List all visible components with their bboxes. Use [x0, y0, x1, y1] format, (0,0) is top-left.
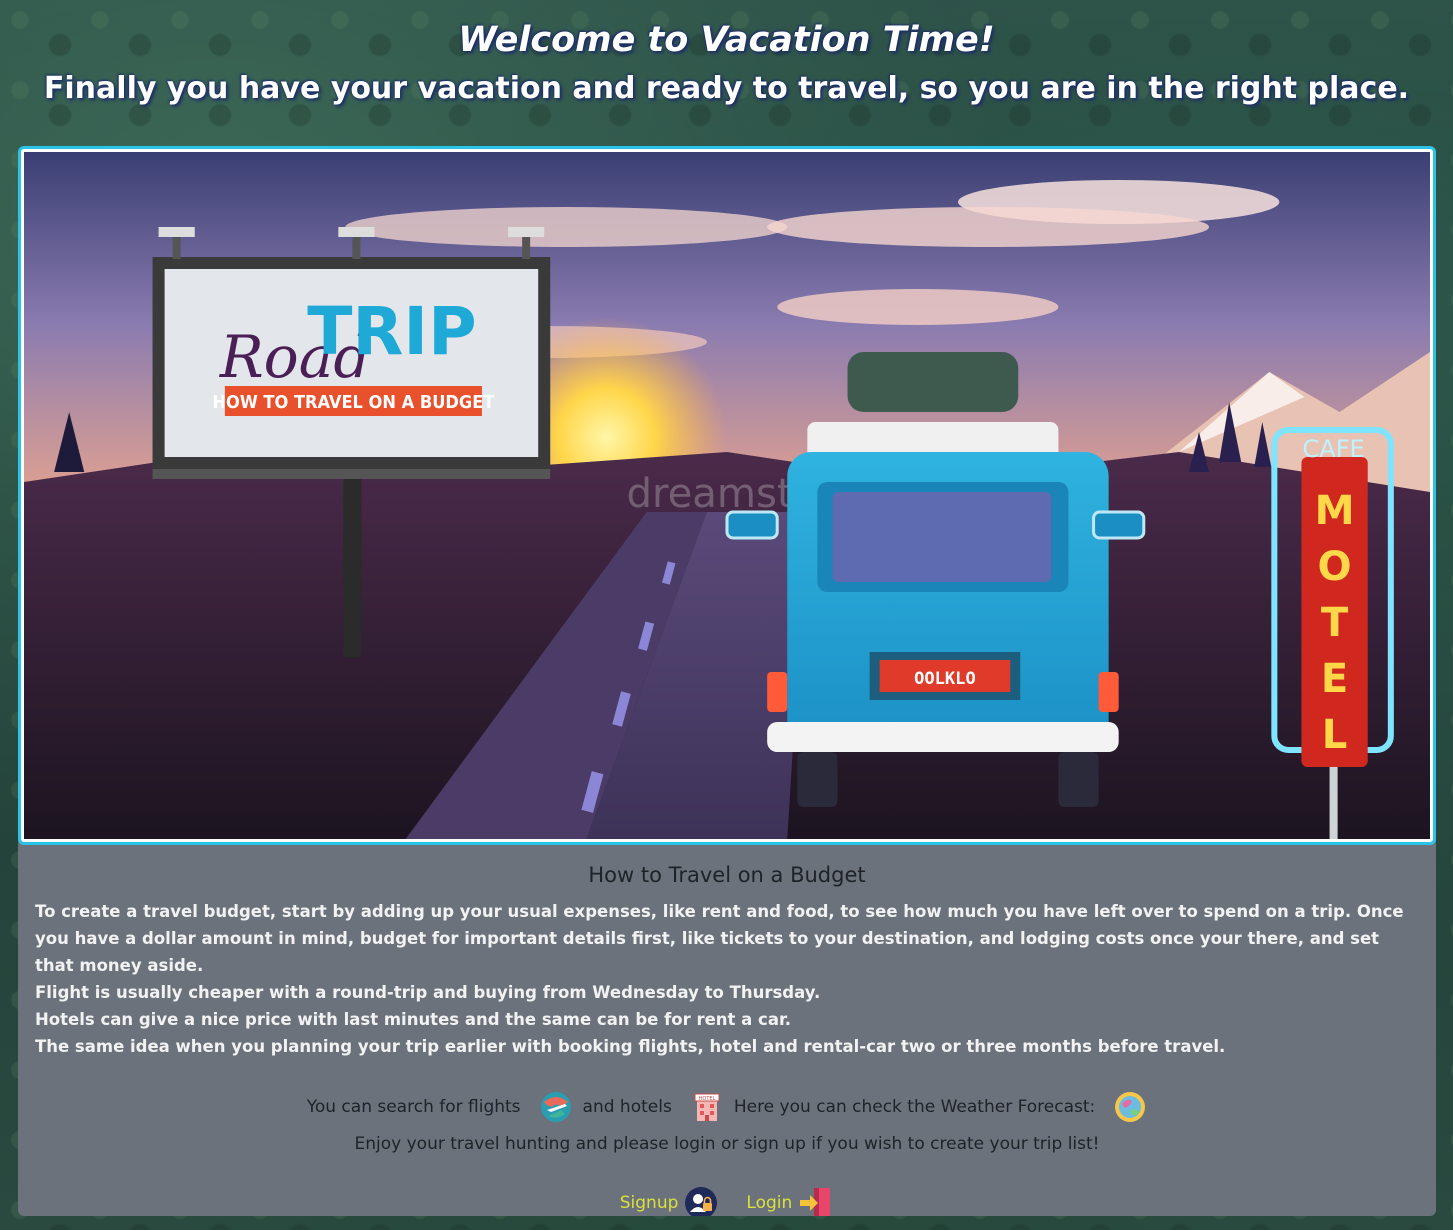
sign-cafe-text: CAFE [1302, 435, 1364, 463]
sign-motel-letter: L [1322, 712, 1348, 758]
info-paragraph: To create a travel budget, start by addi… [35, 902, 1404, 975]
sign-motel-letter: O [1318, 544, 1352, 590]
weather-label: Here you can check the Weather Forecast: [733, 1097, 1096, 1117]
main-card: Road TRIP HOW TO TRAVEL ON A BUDGET drea… [18, 146, 1436, 1216]
weather-globe-icon[interactable] [1113, 1090, 1147, 1124]
billboard-trip-text: TRIP [307, 293, 476, 370]
budget-info-section: How to Travel on a Budget To create a tr… [18, 860, 1436, 1216]
welcome-heading: Welcome to Vacation Time! [458, 20, 995, 60]
sign-motel-letter: T [1321, 600, 1349, 646]
info-paragraph: The same idea when you planning your tri… [35, 1037, 1226, 1056]
login-label: Login [746, 1193, 793, 1213]
road-trip-banner-image: Road TRIP HOW TO TRAVEL ON A BUDGET drea… [18, 146, 1436, 845]
tagline-heading: Finally you have your vacation and ready… [43, 71, 1410, 106]
login-link[interactable]: Login [746, 1186, 834, 1216]
auth-links: Signup Login [18, 1186, 1436, 1216]
hero-header: Welcome to Vacation Time! Finally you ha… [0, 18, 1453, 114]
hotel-icon-text: HOTEL [698, 1096, 715, 1102]
signup-user-icon [685, 1187, 718, 1216]
search-links-row: You can search for flights and hotels HO… [18, 1090, 1436, 1124]
login-arrow-icon [800, 1188, 831, 1216]
license-plate-text: OOLKLO [914, 669, 976, 689]
sign-motel-letter: M [1315, 488, 1355, 534]
sign-motel-letter: E [1321, 656, 1348, 702]
info-paragraph: Hotels can give a nice price with last m… [35, 1010, 792, 1029]
enjoy-message: Enjoy your travel hunting and please log… [354, 1134, 1100, 1154]
hotel-icon[interactable]: HOTEL [690, 1090, 724, 1124]
flight-globe-icon[interactable] [539, 1090, 573, 1124]
info-paragraph: Flight is usually cheaper with a round-t… [35, 983, 821, 1002]
billboard-subtitle: HOW TO TRAVEL ON A BUDGET [212, 392, 494, 413]
signup-link[interactable]: Signup [620, 1186, 719, 1216]
search-flights-label: You can search for flights [306, 1097, 521, 1117]
hotels-label: and hotels [582, 1097, 672, 1117]
info-paragraphs: To create a travel budget, start by addi… [35, 898, 1419, 1060]
info-title: How to Travel on a Budget [588, 863, 866, 887]
signup-label: Signup [619, 1193, 679, 1213]
road-trip-illustration: Road TRIP HOW TO TRAVEL ON A BUDGET drea… [24, 152, 1430, 839]
